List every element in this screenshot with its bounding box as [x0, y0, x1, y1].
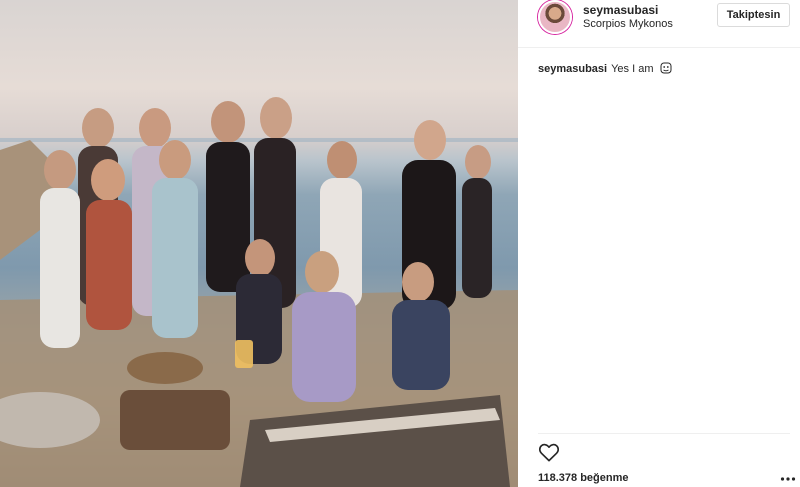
face-emoji-icon [660, 62, 672, 74]
following-button[interactable]: Takiptesin [717, 3, 790, 27]
avatar[interactable] [538, 0, 572, 34]
basket [127, 352, 203, 384]
likes-count[interactable]: 118.378 beğenme [538, 472, 629, 484]
caption-text: Yes I am [611, 63, 654, 75]
caption-username[interactable]: seymasubasi [538, 63, 607, 75]
table [120, 390, 230, 450]
actions-divider [538, 433, 790, 434]
post-photo[interactable] [0, 0, 518, 487]
caption: seymasubasi Yes I am [538, 62, 672, 75]
post-header: seymasubasi Scorpios Mykonos Takiptesin [518, 0, 800, 48]
more-options-icon[interactable] [780, 476, 796, 482]
instagram-post: seymasubasi Scorpios Mykonos Takiptesin … [0, 0, 800, 487]
lantern [235, 340, 253, 368]
heart-outline-icon[interactable] [538, 442, 560, 462]
group-photo-illustration [0, 97, 518, 487]
location-link[interactable]: Scorpios Mykonos [583, 18, 673, 30]
header-username[interactable]: seymasubasi [583, 3, 658, 17]
post-sidebar: seymasubasi Scorpios Mykonos Takiptesin … [518, 0, 800, 487]
